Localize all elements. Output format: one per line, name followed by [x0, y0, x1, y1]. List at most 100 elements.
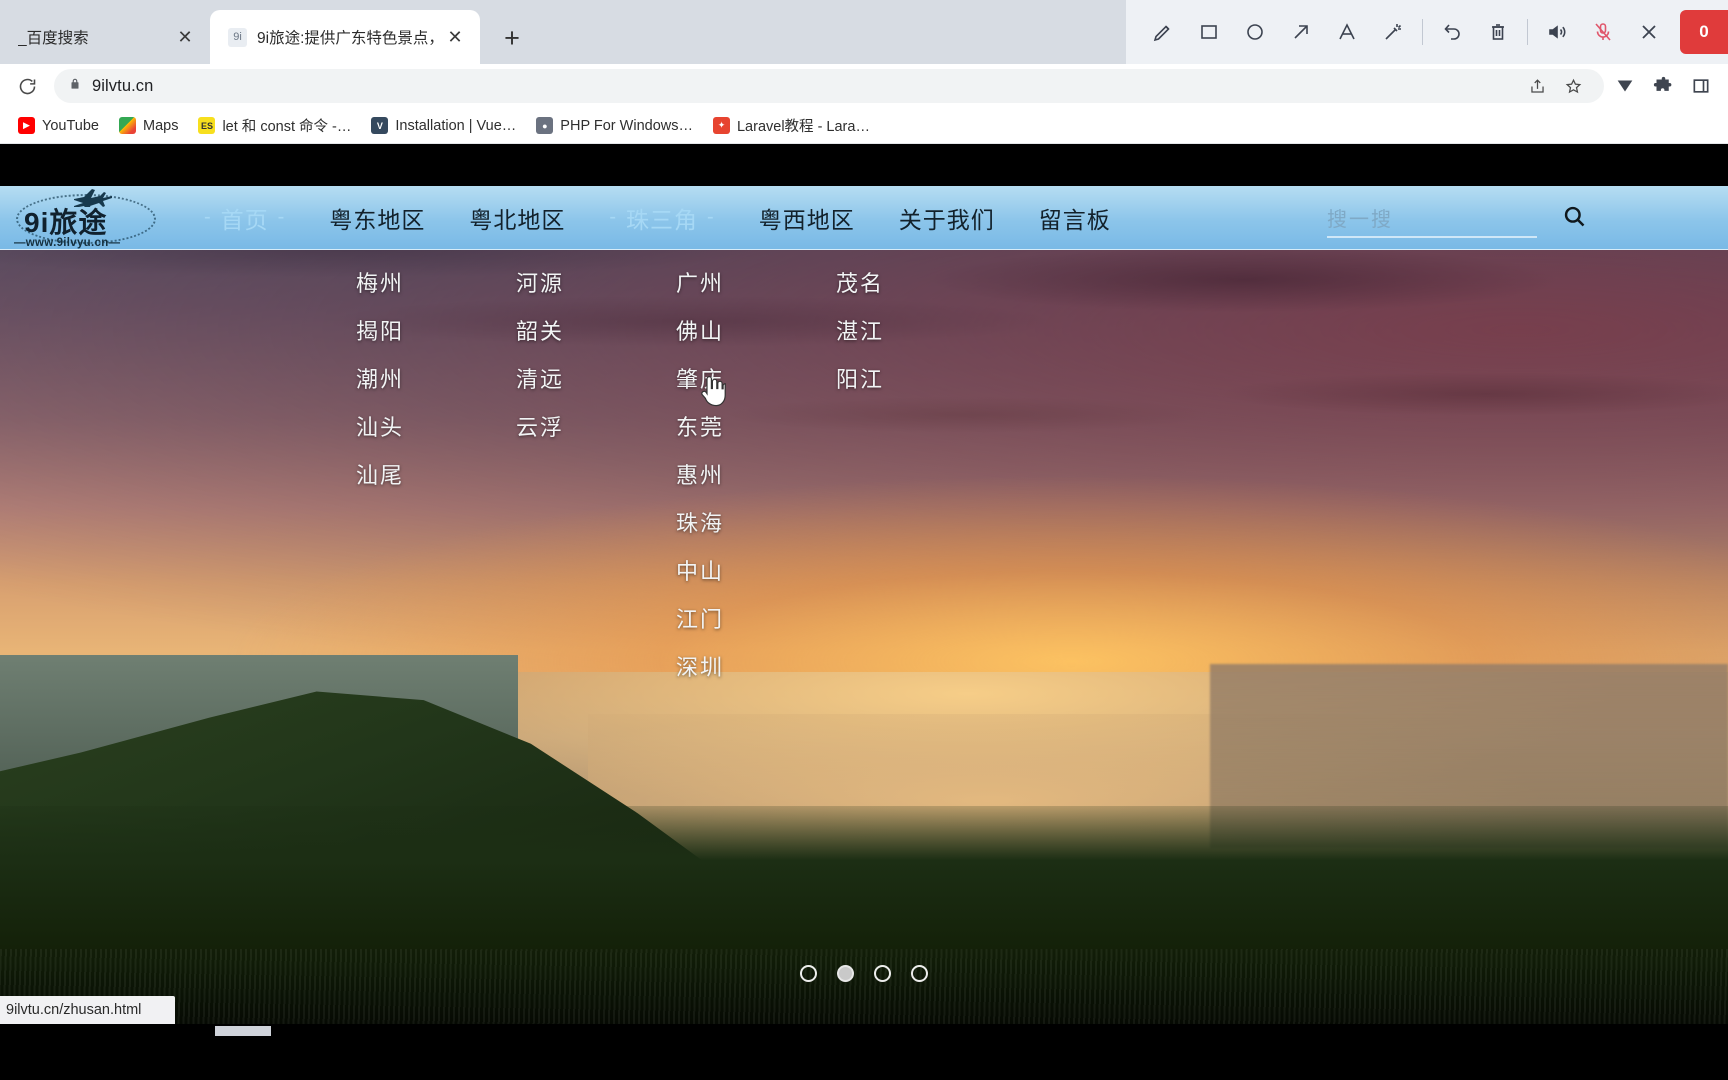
- taskbar-item: [215, 1026, 271, 1036]
- nav-dash-right: -: [277, 206, 286, 228]
- new-tab-button[interactable]: +: [490, 16, 534, 60]
- dropdown-column-zhusanjiao: 广州 佛山 肇庆 东莞 惠州 珠海 中山 江门 深圳: [620, 260, 780, 692]
- tab-close-icon[interactable]: ✕: [444, 26, 466, 48]
- nav-item-home[interactable]: - 首页 -: [182, 201, 307, 235]
- bookmark-youtube[interactable]: ▶ YouTube: [10, 114, 107, 137]
- search-icon[interactable]: [1561, 203, 1588, 238]
- browser-tab-1[interactable]: 9i 9i旅途:提供广东特色景点，广东… ✕: [210, 10, 480, 64]
- laravel-icon: ✦: [712, 117, 730, 134]
- bookmark-vue[interactable]: V Installation | Vue…: [363, 114, 524, 137]
- address-bar[interactable]: 9ilvtu.cn: [54, 69, 1604, 103]
- nav-label: 关于我们: [898, 206, 995, 233]
- microphone-muted-icon[interactable]: [1580, 0, 1626, 64]
- carousel-dot-2[interactable]: [837, 965, 854, 982]
- speaker-icon[interactable]: [1534, 0, 1580, 64]
- puzzle-extension-icon[interactable]: [1646, 69, 1680, 103]
- browser-tab-0[interactable]: _百度搜索 ✕: [0, 10, 210, 64]
- web-page: 梅州 揭阳 潮州 汕头 汕尾 河源 韶关 清远 云浮 广州 佛山 肇庆 东莞 惠…: [0, 186, 1728, 1024]
- nav-item-yuedong[interactable]: - 粤东地区 -: [307, 201, 447, 235]
- dropdown-item[interactable]: 揭阳: [356, 308, 404, 356]
- carousel-dots: [800, 965, 928, 982]
- text-icon[interactable]: [1324, 0, 1370, 64]
- region-dropdown-menu: 梅州 揭阳 潮州 汕头 汕尾 河源 韶关 清远 云浮 广州 佛山 肇庆 东莞 惠…: [300, 250, 940, 692]
- site-navbar: 9i旅途 —www.9ilvyu.cn— - 首页 - - 粤东地区 - - 粤…: [0, 186, 1728, 250]
- dropdown-item[interactable]: 汕尾: [356, 452, 404, 500]
- bookmark-star-icon[interactable]: [1556, 69, 1590, 103]
- dropdown-item[interactable]: 佛山: [676, 308, 724, 356]
- dropdown-item[interactable]: 湛江: [836, 308, 884, 356]
- carousel-dot-3[interactable]: [874, 965, 891, 982]
- trash-icon[interactable]: [1475, 0, 1521, 64]
- close-icon[interactable]: [1626, 0, 1672, 64]
- bookmark-laravel[interactable]: ✦ Laravel教程 - Lara…: [705, 112, 878, 139]
- nav-item-guestbook[interactable]: - 留言板 -: [1017, 201, 1133, 235]
- nav-label: 粤东地区: [329, 206, 426, 233]
- rectangle-icon[interactable]: [1186, 0, 1232, 64]
- dropdown-item[interactable]: 韶关: [516, 308, 564, 356]
- record-timer-badge[interactable]: 0: [1680, 10, 1728, 54]
- search-placeholder: 搜一搜: [1327, 209, 1393, 231]
- magic-wand-icon[interactable]: [1370, 0, 1416, 64]
- bookmark-php[interactable]: ● PHP For Windows…: [528, 114, 701, 137]
- carousel-dot-4[interactable]: [911, 965, 928, 982]
- bookmark-label: Laravel教程 - Lara…: [736, 119, 870, 135]
- share-icon[interactable]: [1520, 69, 1554, 103]
- toolbar-divider: [1527, 19, 1528, 45]
- nav-item-about[interactable]: - 关于我们 -: [877, 201, 1017, 235]
- bookmark-label: PHP For Windows…: [560, 117, 693, 134]
- address-bar-url: 9ilvtu.cn: [92, 76, 154, 95]
- os-taskbar-strip: [0, 1024, 1728, 1080]
- dropdown-item[interactable]: 汕头: [356, 404, 404, 452]
- tab-title: 9i旅途:提供广东特色景点，广东…: [257, 30, 434, 47]
- vimeo-extension-icon[interactable]: [1608, 69, 1642, 103]
- bookmark-label: let 和 const 命令 -…: [222, 119, 352, 135]
- logo-brand-text: 9i旅途: [24, 206, 108, 238]
- dropdown-item[interactable]: 中山: [676, 548, 724, 596]
- bookmark-label: Maps: [142, 117, 179, 134]
- site-search: 搜一搜: [1327, 203, 1588, 238]
- nav-label: 留言板: [1038, 206, 1111, 233]
- nav-dash-right: -: [707, 206, 715, 228]
- nav-item-zhusanjiao[interactable]: - 珠三角 -: [587, 201, 736, 235]
- tab-close-icon[interactable]: ✕: [174, 26, 196, 48]
- dropdown-item[interactable]: 珠海: [676, 500, 724, 548]
- bookmark-maps[interactable]: Maps: [111, 114, 186, 137]
- search-input[interactable]: 搜一搜: [1327, 203, 1537, 238]
- screen: _百度搜索 ✕ 9i 9i旅途:提供广东特色景点，广东… ✕ +: [0, 0, 1728, 1080]
- es-icon: ES: [198, 117, 216, 134]
- reload-icon[interactable]: [10, 69, 44, 103]
- dropdown-column-yuexi: 茂名 湛江 阳江: [780, 260, 940, 692]
- dropdown-column-yuedong: 梅州 揭阳 潮州 汕头 汕尾: [300, 260, 460, 692]
- site-logo[interactable]: 9i旅途 —www.9ilvyu.cn—: [10, 188, 160, 249]
- dropdown-item[interactable]: 茂名: [836, 260, 884, 308]
- arrow-icon[interactable]: [1278, 0, 1324, 64]
- nav-label: 粤北地区: [469, 206, 566, 233]
- dropdown-item[interactable]: 惠州: [676, 452, 724, 500]
- dropdown-item[interactable]: 云浮: [516, 404, 564, 452]
- nav-item-yuebei[interactable]: - 粤北地区 -: [447, 201, 587, 235]
- logo-url-text: —www.9ilvyu.cn—: [14, 236, 121, 249]
- dropdown-item[interactable]: 清远: [516, 356, 564, 404]
- dropdown-item[interactable]: 潮州: [356, 356, 404, 404]
- carousel-dot-1[interactable]: [800, 965, 817, 982]
- tab-title: _百度搜索: [18, 30, 89, 47]
- dropdown-item[interactable]: 广州: [676, 260, 724, 308]
- maps-icon: [118, 117, 136, 134]
- tab-strip: _百度搜索 ✕ 9i 9i旅途:提供广东特色景点，广东… ✕ +: [0, 0, 1728, 64]
- bookmarks-bar: ▶ YouTube Maps ES let 和 const 命令 -… V In…: [0, 108, 1728, 144]
- dropdown-item[interactable]: 阳江: [836, 356, 884, 404]
- capture-toolbar: 0: [1126, 0, 1728, 64]
- sidepanel-icon[interactable]: [1684, 69, 1718, 103]
- dropdown-item[interactable]: 江门: [676, 596, 724, 644]
- pen-icon[interactable]: [1140, 0, 1186, 64]
- dropdown-item[interactable]: 深圳: [676, 644, 724, 692]
- nav-label: 珠三角: [626, 206, 699, 233]
- dropdown-item[interactable]: 河源: [516, 260, 564, 308]
- bookmark-es6[interactable]: ES let 和 const 命令 -…: [190, 112, 359, 139]
- site-nav-links: - 首页 - - 粤东地区 - - 粤北地区 - - 珠三角 -: [182, 201, 1133, 235]
- ellipse-icon[interactable]: [1232, 0, 1278, 64]
- undo-icon[interactable]: [1429, 0, 1475, 64]
- nav-item-yuexi[interactable]: - 粤西地区 -: [737, 201, 877, 235]
- dropdown-item[interactable]: 梅州: [356, 260, 404, 308]
- mouse-cursor: [697, 376, 727, 415]
